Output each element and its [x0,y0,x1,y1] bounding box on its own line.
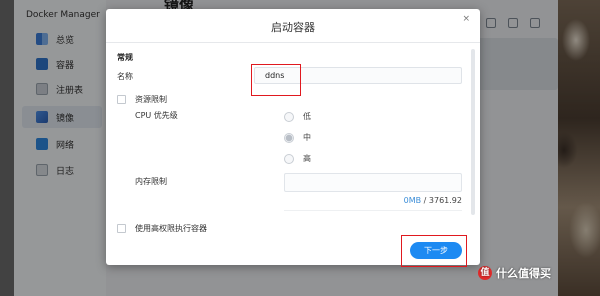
high-privilege-label: 使用高权限执行容器 [135,224,207,233]
launch-container-dialog: 启动容器 × 常规 名称 资源限制 CPU 优先级 低 中 高 内存限制 0MB… [106,9,480,265]
cpu-priority-low-label: 低 [303,112,311,121]
watermark: 值 什么值得买 [478,265,551,281]
high-privilege-checkbox[interactable] [117,224,126,233]
name-label: 名称 [117,72,133,81]
cpu-priority-low-radio[interactable] [284,112,294,122]
cpu-priority-medium-radio[interactable] [284,133,294,143]
scrollbar[interactable] [471,49,475,215]
cpu-priority-medium-label: 中 [303,133,311,142]
cpu-priority-high-label: 高 [303,154,311,163]
watermark-text: 什么值得买 [496,267,551,280]
memory-used-value: 0MB [403,196,422,205]
resource-limit-checkbox[interactable] [117,95,126,104]
memory-separator: / [423,196,427,205]
next-button[interactable]: 下一步 [410,242,462,259]
memory-usage-readout: 0MB / 3761.92 [366,196,462,205]
resource-limit-label: 资源限制 [135,95,167,104]
dialog-title: 启动容器 [271,21,315,34]
memory-limit-input[interactable] [284,173,462,192]
cpu-priority-label: CPU 优先级 [135,111,178,120]
watermark-badge: 值 [478,266,492,280]
memory-total-value: 3761.92 [428,196,462,205]
cpu-priority-high-radio[interactable] [284,154,294,164]
memory-limit-label: 内存限制 [135,177,167,186]
container-name-input[interactable] [254,67,462,84]
divider [284,210,462,211]
close-icon[interactable]: × [462,14,470,24]
section-general-heading: 常规 [117,53,133,62]
divider [106,42,480,43]
